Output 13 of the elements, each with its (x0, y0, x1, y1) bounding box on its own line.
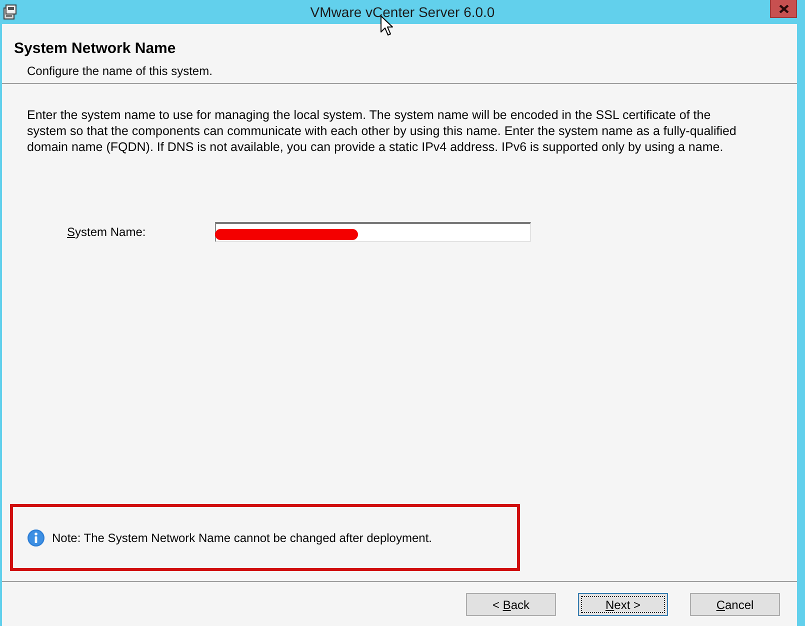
note-text: Note: The System Network Name cannot be changed after deployment. (52, 530, 432, 544)
page-subtitle: Configure the name of this system. (27, 64, 212, 79)
field-label: System Name: (67, 225, 147, 239)
info-icon (27, 528, 45, 546)
package-icon (3, 4, 18, 20)
close-button[interactable] (770, 0, 797, 18)
wizard-button[interactable]: < Back (466, 593, 556, 616)
wizard-button[interactable]: Cancel (690, 593, 780, 616)
wizard-button[interactable]: Next > (578, 593, 668, 616)
window-title: VMware vCenter Server 6.0.0 (310, 3, 495, 22)
description-text: Enter the system name to use for managing the local system. The system name will be encoded in the SSL certificate of the system so that the components can communicate with each other by using this name. Enter the system name as a fully-qualified domain name (FQDN). If DNS is not available, you can provide a static IPv4 address. IPv6 is supported only by using a name. (27, 107, 738, 155)
close-icon (778, 4, 788, 12)
page-title: System Network Name (14, 40, 176, 58)
